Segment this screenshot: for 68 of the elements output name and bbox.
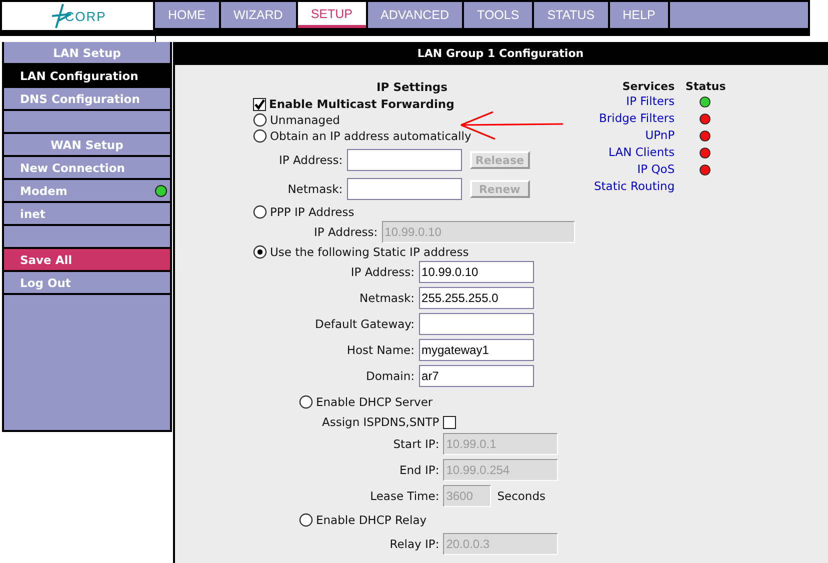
service-link[interactable]: LAN Clients — [594, 145, 675, 161]
status-light — [699, 96, 712, 108]
status-light — [699, 164, 712, 176]
text-field[interactable]: 10.99.0.10 — [418, 261, 534, 283]
column-heading: Status — [684, 80, 727, 93]
sidebar-item[interactable]: DNS Configuration — [4, 88, 170, 111]
text-field[interactable]: ar7 — [418, 365, 534, 387]
unit-label: Seconds — [497, 489, 546, 503]
service-link[interactable]: UPnP — [594, 128, 675, 144]
nav-tab[interactable]: TOOLS — [464, 2, 532, 28]
field-label: Default Gateway: — [315, 317, 415, 331]
text-field[interactable]: 255.255.255.0 — [418, 287, 534, 309]
field-label: Relay IP: — [388, 537, 440, 551]
sidebar-item-label: Modem — [20, 184, 68, 198]
service-link[interactable]: IP Filters — [594, 94, 675, 110]
field-label: Lease Time: — [369, 489, 440, 503]
radio-label: Use the following Static IP address — [270, 245, 469, 259]
sidebar-heading: WAN Setup — [4, 134, 170, 157]
field-label: IP Address: — [350, 265, 415, 279]
service-link[interactable]: Bridge Filters — [594, 111, 675, 127]
field-label: Netmask: — [358, 291, 415, 305]
status-light — [699, 146, 712, 160]
checkbox[interactable] — [443, 416, 456, 428]
radio-label: PPP IP Address — [270, 205, 354, 219]
sidebar-item[interactable]: inet — [4, 203, 170, 226]
field-label: Start IP: — [392, 437, 440, 451]
sidebar-item[interactable]: LAN Configuration — [4, 65, 170, 88]
field-label: Netmask: — [286, 182, 343, 196]
radio-button[interactable] — [253, 245, 267, 259]
status-light — [699, 130, 712, 142]
nav-tab[interactable]: WIZARD — [220, 2, 296, 28]
column-heading: Services — [621, 80, 675, 93]
service-link[interactable]: Static Routing — [594, 179, 675, 195]
sidebar-item[interactable]: Log Out — [4, 272, 170, 295]
radio-label: Unmanaged — [270, 113, 340, 127]
text-field[interactable] — [346, 178, 462, 200]
radio-button[interactable] — [299, 395, 313, 409]
text-field[interactable]: mygateway1 — [418, 339, 534, 361]
sidebar-item[interactable]: Modem — [4, 180, 170, 203]
text-field[interactable] — [346, 149, 462, 171]
field-label: IP Address: — [314, 225, 378, 239]
radio-label: Enable DHCP Relay — [316, 513, 427, 527]
radio-button[interactable] — [299, 513, 313, 527]
nav-tab[interactable]: ADVANCED — [368, 2, 462, 28]
field-label: Host Name: — [346, 343, 415, 357]
logo: CORP — [2, 2, 153, 30]
radio-button[interactable] — [253, 205, 267, 219]
checkbox-label: Enable Multicast Forwarding — [269, 97, 454, 111]
section-heading: IP Settings — [376, 80, 448, 94]
nav-tab[interactable]: SETUP — [298, 2, 366, 28]
save-all-button[interactable]: Save All — [4, 249, 170, 272]
field-label: End IP: — [398, 463, 440, 477]
text-field[interactable] — [418, 313, 534, 335]
service-link[interactable]: IP QoS — [594, 162, 675, 178]
field-label: IP Address: — [279, 153, 343, 167]
status-light — [699, 112, 712, 126]
radio-label: Enable DHCP Server — [316, 395, 433, 409]
sidebar-item[interactable]: New Connection — [4, 157, 170, 180]
panel-title: LAN Group 1 Configuration — [173, 42, 828, 65]
nav-tab[interactable]: HOME — [155, 2, 218, 28]
radio-button[interactable] — [253, 129, 267, 143]
radio-label: Obtain an IP address automatically — [270, 129, 472, 143]
nav-tab[interactable]: HELP — [610, 2, 668, 28]
checkbox-label: Assign ISPDNS,SNTP — [322, 415, 440, 429]
nav-tab[interactable]: STATUS — [534, 2, 608, 28]
checkbox[interactable] — [253, 98, 266, 110]
radio-button[interactable] — [253, 113, 267, 127]
field-label: Domain: — [365, 369, 415, 383]
